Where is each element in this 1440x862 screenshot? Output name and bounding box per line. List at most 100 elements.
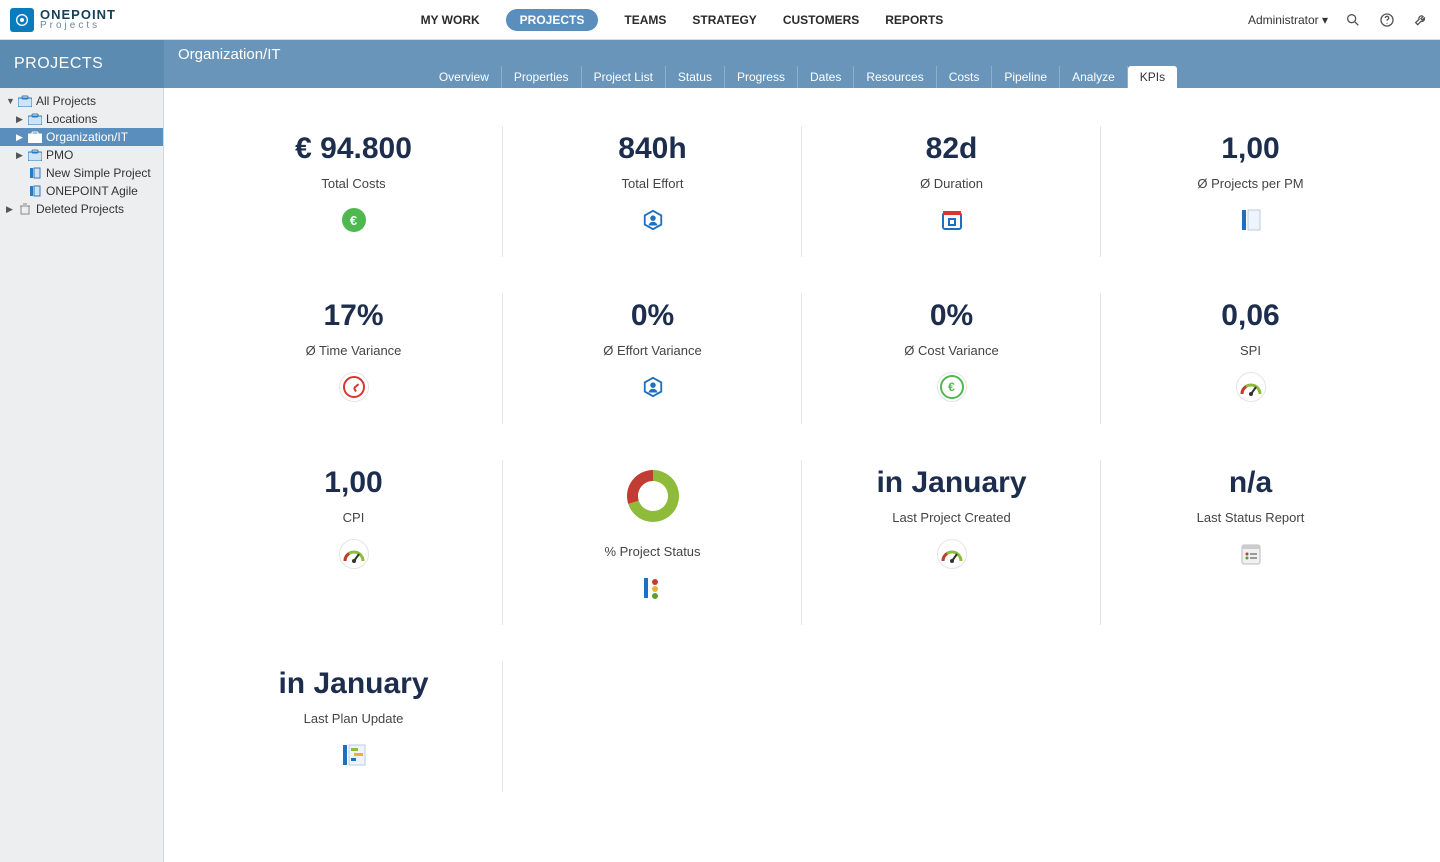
- tab-status[interactable]: Status: [666, 66, 725, 88]
- kpi-last-status-report[interactable]: n/aLast Status Report: [1101, 442, 1400, 643]
- kpi-label: Ø Cost Variance: [812, 343, 1091, 358]
- kpi-total-costs[interactable]: € 94.800 Total Costs €: [204, 108, 503, 275]
- caret-right-icon[interactable]: ▶: [6, 204, 14, 215]
- kpi-value: in January: [214, 667, 493, 701]
- brand-logo[interactable]: ONEPOINT Projects: [10, 8, 116, 32]
- kpi--project-status[interactable]: % Project Status: [503, 442, 802, 643]
- kpi-value: [513, 466, 792, 534]
- tree-item-organization-it[interactable]: ▶ Organization/IT: [0, 128, 163, 146]
- kpi-spi[interactable]: 0,06SPI: [1101, 275, 1400, 442]
- kpi-icon: €: [937, 372, 967, 402]
- kpi-cpi[interactable]: 1,00CPI: [204, 442, 503, 643]
- kpi-value: 0%: [812, 299, 1091, 333]
- tab-properties[interactable]: Properties: [502, 66, 582, 88]
- topbar-right: Administrator ▾: [1248, 11, 1430, 29]
- kpi-icon: [339, 539, 369, 569]
- kpi--cost-variance[interactable]: 0% Ø Cost Variance €: [802, 275, 1101, 442]
- tab-kpis[interactable]: KPIs: [1128, 66, 1177, 88]
- kpi-value: € 94.800: [214, 132, 493, 166]
- kpi-last-project-created[interactable]: in JanuaryLast Project Created: [802, 442, 1101, 643]
- portfolio-icon: [28, 131, 42, 143]
- tree-item-onepoint-agile[interactable]: ONEPOINT Agile: [0, 182, 163, 200]
- tree-item-pmo[interactable]: ▶PMO: [0, 146, 163, 164]
- content-area: € 94.800Total Costs€840hTotal Effort82dØ…: [164, 88, 1440, 862]
- nav-item-reports[interactable]: REPORTS: [885, 13, 943, 27]
- kpi--projects-per-pm[interactable]: 1,00 Ø Projects per PM: [1101, 108, 1400, 275]
- topbar: ONEPOINT Projects MY WORK PROJECTS TEAMS ST…: [0, 0, 1440, 40]
- nav-item-customers[interactable]: CUSTOMERS: [783, 13, 859, 27]
- tree-item-locations[interactable]: ▶Locations: [0, 110, 163, 128]
- gauge-icon: [342, 544, 366, 564]
- kpi-label: % Project Status: [513, 544, 792, 559]
- kpi--time-variance[interactable]: 17% Ø Time Variance: [204, 275, 503, 442]
- kpi-label: Total Effort: [513, 176, 792, 191]
- kpi-icon: €: [339, 205, 369, 235]
- brand-mark-icon: [10, 8, 34, 32]
- kpi-icon: [1236, 205, 1266, 235]
- caret-right-icon[interactable]: ▶: [16, 114, 24, 125]
- tab-dates[interactable]: Dates: [798, 66, 854, 88]
- kpi-label: Total Costs: [214, 176, 493, 191]
- tab-progress[interactable]: Progress: [725, 66, 798, 88]
- kpi-icon: [638, 573, 668, 603]
- search-icon[interactable]: [1344, 11, 1362, 29]
- kpi-value: 82d: [812, 132, 1091, 166]
- kpi-label: CPI: [214, 510, 493, 525]
- user-menu[interactable]: Administrator ▾: [1248, 13, 1328, 27]
- nav-item-strategy[interactable]: STRATEGY: [692, 13, 756, 27]
- caret-right-icon[interactable]: ▶: [16, 150, 24, 161]
- kpi-label: Ø Time Variance: [214, 343, 493, 358]
- tree-item-label: Organization/IT: [46, 130, 128, 144]
- plan-icon: [341, 743, 367, 767]
- caret-down-icon[interactable]: ▼: [6, 96, 14, 106]
- section-title: PROJECTS: [0, 40, 164, 88]
- caret-right-icon[interactable]: ▶: [16, 132, 24, 143]
- breadcrumb: Organization/IT: [164, 40, 1440, 63]
- kpi-value: in January: [812, 466, 1091, 500]
- tab-resources[interactable]: Resources: [854, 66, 936, 88]
- kpi-value: 1,00: [1111, 132, 1390, 166]
- kpi-icon: [638, 205, 668, 235]
- tab-project-list[interactable]: Project List: [582, 66, 666, 88]
- tab-analyze[interactable]: Analyze: [1060, 66, 1128, 88]
- nav-item-teams[interactable]: TEAMS: [624, 13, 666, 27]
- kpi-icon: [1236, 372, 1266, 402]
- tree-item-deleted-projects[interactable]: ▶Deleted Projects: [0, 200, 163, 218]
- kpi-value: 0,06: [1111, 299, 1390, 333]
- tree-item-label: ONEPOINT Agile: [46, 184, 138, 198]
- main-nav: MY WORK PROJECTS TEAMS STRATEGY CUSTOMERS REP…: [116, 9, 1248, 31]
- nav-item-projects[interactable]: PROJECTS: [506, 9, 599, 31]
- euro-solid-icon: €: [342, 208, 366, 232]
- tab-overview[interactable]: Overview: [427, 66, 502, 88]
- portfolio-icon: [18, 95, 32, 107]
- kpi-total-effort[interactable]: 840hTotal Effort: [503, 108, 802, 275]
- tree-item-new-simple-project[interactable]: New Simple Project: [0, 164, 163, 182]
- kpi-icon: [339, 740, 369, 770]
- kpi-icon: [937, 205, 967, 235]
- gauge-icon: [940, 544, 964, 564]
- kpi--duration[interactable]: 82dØ Duration: [802, 108, 1101, 275]
- nav-item-my-work[interactable]: MY WORK: [421, 13, 480, 27]
- tools-icon[interactable]: [1412, 11, 1430, 29]
- body: ▼All Projects▶Locations▶Organization/IT▶…: [0, 88, 1440, 862]
- project-icon: [28, 167, 42, 179]
- list-icon: [1240, 208, 1262, 232]
- clock-red-icon: [343, 376, 365, 398]
- tab-costs[interactable]: Costs: [937, 66, 993, 88]
- portfolio-icon: [28, 113, 42, 125]
- person-hex-icon: [642, 209, 664, 231]
- project-icon: [28, 185, 42, 197]
- kpi-value: 17%: [214, 299, 493, 333]
- gauge-icon: [1239, 377, 1263, 397]
- kpi-value: n/a: [1111, 466, 1390, 500]
- kpi-label: Ø Projects per PM: [1111, 176, 1390, 191]
- help-icon[interactable]: [1378, 11, 1396, 29]
- brand-line2: Projects: [40, 21, 116, 31]
- tree-item-all-projects[interactable]: ▼ All Projects: [0, 92, 163, 110]
- kpi-icon: [638, 372, 668, 402]
- donut-chart: [623, 466, 683, 526]
- tab-pipeline[interactable]: Pipeline: [992, 66, 1060, 88]
- tree-item-label: All Projects: [36, 94, 96, 108]
- kpi--effort-variance[interactable]: 0%Ø Effort Variance: [503, 275, 802, 442]
- kpi-last-plan-update[interactable]: in JanuaryLast Plan Update: [204, 643, 503, 810]
